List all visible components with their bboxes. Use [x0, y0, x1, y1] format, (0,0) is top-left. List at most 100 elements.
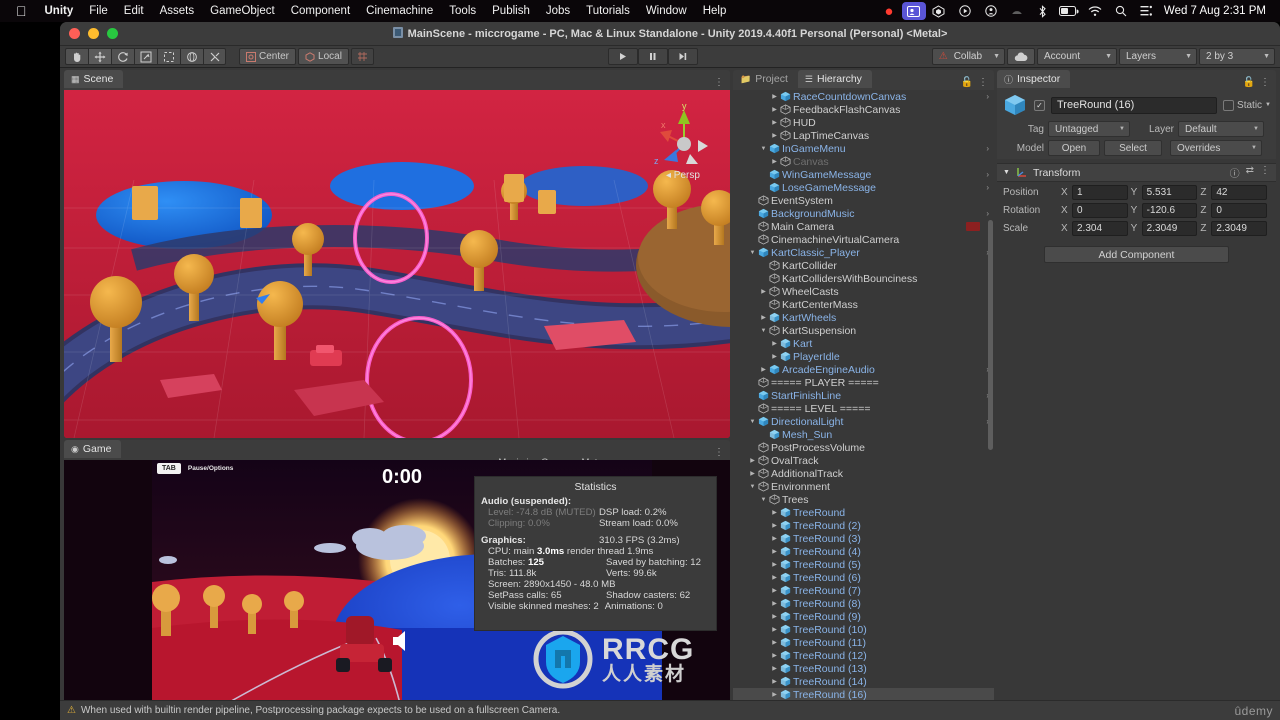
prefab-open-chevron-icon[interactable]: › [986, 144, 989, 153]
foldout-closed-icon[interactable]: ▶ [770, 340, 779, 347]
scene-tab-menu[interactable]: ⋮ [714, 77, 730, 88]
search-icon[interactable] [1108, 0, 1134, 22]
rect-tool-button[interactable] [157, 48, 180, 65]
foldout-closed-icon[interactable]: ▶ [759, 314, 768, 321]
position-z-field[interactable]: 42 [1211, 185, 1268, 200]
user-circle-icon[interactable] [978, 0, 1004, 22]
foldout-closed-icon[interactable]: ▶ [759, 288, 768, 295]
rotation-y-field[interactable]: -120.6 [1141, 203, 1198, 218]
foldout-closed-icon[interactable]: ▶ [770, 106, 779, 113]
hierarchy-item[interactable]: ▼ Environment [733, 480, 994, 493]
foldout-closed-icon[interactable]: ▶ [759, 366, 768, 373]
maximize-window-button[interactable] [107, 28, 118, 39]
foldout-closed-icon[interactable]: ▶ [770, 561, 779, 568]
battery-icon[interactable] [1056, 0, 1082, 22]
hierarchy-item[interactable]: ▶ KartWheels [733, 311, 994, 324]
hierarchy-item[interactable]: ▶ TreeRound (3) [733, 532, 994, 545]
hierarchy-item[interactable]: ▶ TreeRound [733, 506, 994, 519]
vpn-icon[interactable] [1004, 0, 1030, 22]
foldout-closed-icon[interactable]: ▶ [770, 353, 779, 360]
foldout-closed-icon[interactable]: ▶ [770, 535, 779, 542]
hierarchy-item[interactable]: ▶ TreeRound (13) [733, 662, 994, 675]
hierarchy-item[interactable]: ▶ TreeRound (7) [733, 584, 994, 597]
hierarchy-item[interactable]: KartCenterMass [733, 298, 994, 311]
scale-x-field[interactable]: 2.304 [1072, 221, 1128, 236]
hierarchy-tree[interactable]: ▶ RaceCountdownCanvas › ▶ FeedbackFlashCanva… [733, 90, 994, 718]
play-circle-icon[interactable] [952, 0, 978, 22]
scale-tool-button[interactable] [134, 48, 157, 65]
pause-button[interactable] [637, 48, 668, 65]
hierarchy-item[interactable]: ===== LEVEL ===== [733, 402, 994, 415]
menu-item-jobs[interactable]: Jobs [538, 0, 578, 22]
hierarchy-item[interactable]: ▶ Canvas [733, 155, 994, 168]
hierarchy-item[interactable]: ▶ TreeRound (11) [733, 636, 994, 649]
layout-dropdown[interactable]: 2 by 3 ▼ [1199, 48, 1275, 65]
object-name-field[interactable]: TreeRound (16) [1051, 96, 1218, 114]
transform-component-header[interactable]: ▼ Transform ⓘ ⇄ ⋮ [997, 163, 1276, 182]
hierarchy-item[interactable]: ▶ TreeRound (10) [733, 623, 994, 636]
hierarchy-item[interactable]: ▼ Trees [733, 493, 994, 506]
control-center-icon[interactable] [1134, 0, 1160, 22]
hierarchy-item[interactable]: ▶ WheelCasts [733, 285, 994, 298]
hierarchy-item[interactable]: ▶ LapTimeCanvas [733, 129, 994, 142]
hierarchy-item[interactable]: ▶ TreeRound (8) [733, 597, 994, 610]
menu-item-file[interactable]: File [81, 0, 116, 22]
game-tab-menu[interactable]: ⋮ [714, 447, 730, 458]
prefab-open-chevron-icon[interactable]: › [986, 183, 989, 192]
rotation-z-field[interactable]: 0 [1211, 203, 1268, 218]
overrides-dropdown[interactable]: Overrides ▼ [1170, 140, 1262, 156]
hierarchy-item[interactable]: ▶ArcadeEngineAudio› [733, 363, 994, 376]
position-x-field[interactable]: 1 [1072, 185, 1128, 200]
foldout-closed-icon[interactable]: ▶ [770, 119, 779, 126]
foldout-open-icon[interactable]: ▼ [748, 250, 757, 256]
hierarchy-item[interactable]: KartCollider [733, 259, 994, 272]
static-checkbox[interactable] [1223, 99, 1235, 111]
hierarchy-item[interactable]: ▶ TreeRound (5) [733, 558, 994, 571]
foldout-closed-icon[interactable]: ▶ [770, 652, 779, 659]
hierarchy-item[interactable]: ▶ HUD [733, 116, 994, 129]
foldout-open-icon[interactable]: ▼ [759, 497, 768, 503]
foldout-closed-icon[interactable]: ▶ [770, 574, 779, 581]
menu-item-unity[interactable]: Unity [37, 0, 82, 22]
tab-hierarchy[interactable]: ☰ Hierarchy [797, 70, 872, 88]
pivot-mode-button[interactable]: Center [239, 48, 297, 65]
hierarchy-tab-controls[interactable]: 🔓 ⋮ [961, 77, 994, 88]
foldout-closed-icon[interactable]: ▶ [770, 665, 779, 672]
prefab-open-chevron-icon[interactable]: › [986, 170, 989, 179]
scale-z-field[interactable]: 2.3049 [1211, 221, 1268, 236]
prefab-open-chevron-icon[interactable]: › [986, 92, 989, 101]
move-tool-button[interactable] [88, 48, 111, 65]
foldout-closed-icon[interactable]: ▶ [770, 678, 779, 685]
hierarchy-item[interactable]: ▶ Kart [733, 337, 994, 350]
hierarchy-item[interactable]: PostProcessVolume [733, 441, 994, 454]
layers-dropdown[interactable]: Layers ▼ [1119, 48, 1197, 65]
scale-y-field[interactable]: 2.3049 [1141, 221, 1198, 236]
step-button[interactable] [667, 48, 698, 65]
status-bar[interactable]: ⚠ When used with builtin render pipeline… [60, 700, 1280, 720]
hierarchy-item[interactable]: BackgroundMusic › [733, 207, 994, 220]
preset-icon[interactable]: ⇄ [1246, 165, 1254, 180]
grid-snap-button[interactable] [350, 48, 374, 65]
hierarchy-item[interactable]: ▶ TreeRound (14) [733, 675, 994, 688]
hierarchy-item[interactable]: CinemachineVirtualCamera [733, 233, 994, 246]
tab-scene[interactable]: ▦ Scene [64, 70, 124, 88]
menu-item-edit[interactable]: Edit [116, 0, 152, 22]
inspector-tab-controls[interactable]: 🔓 ⋮ [1243, 77, 1276, 88]
tab-project[interactable]: 📁 Project [733, 70, 798, 88]
menu-item-gameobject[interactable]: GameObject [202, 0, 283, 22]
menu-item-component[interactable]: Component [283, 0, 358, 22]
custom-tool-button[interactable] [203, 48, 226, 65]
menu-item-help[interactable]: Help [695, 0, 735, 22]
foldout-arrow-icon[interactable]: ▼ [1003, 169, 1010, 176]
foldout-closed-icon[interactable]: ▶ [770, 691, 779, 698]
scene-viewport[interactable]: y x z ◂ Persp [64, 90, 730, 438]
hierarchy-item[interactable]: ▶ TreeRound (9) [733, 610, 994, 623]
hierarchy-item[interactable]: ===== PLAYER ===== [733, 376, 994, 389]
lock-icon[interactable]: 🔓 [961, 77, 973, 88]
screen-share-icon[interactable] [901, 2, 926, 20]
hierarchy-item[interactable]: KartCollidersWithBounciness [733, 272, 994, 285]
hierarchy-item[interactable]: ▶ RaceCountdownCanvas › [733, 90, 994, 103]
rotate-tool-button[interactable] [111, 48, 134, 65]
wifi-icon[interactable] [1082, 0, 1108, 22]
tab-game[interactable]: ◉ Game [64, 440, 122, 458]
